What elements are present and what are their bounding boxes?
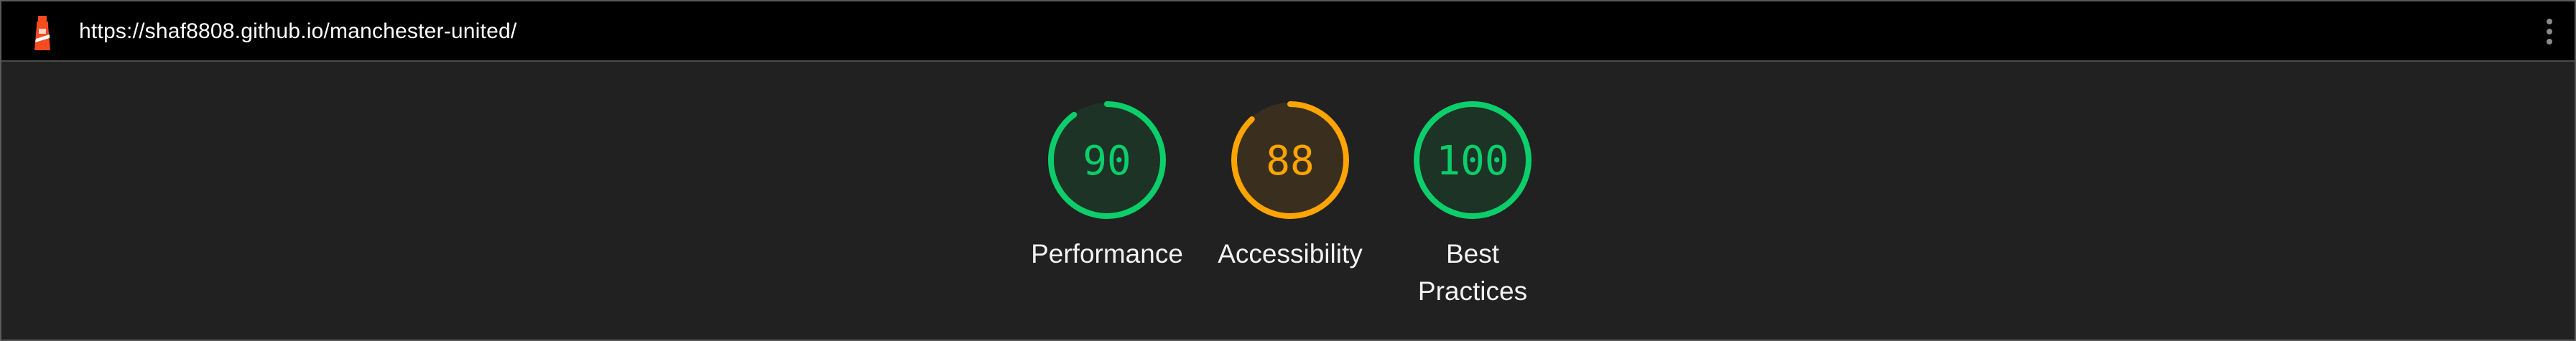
best-practices-label: Best Practices — [1390, 235, 1555, 310]
accessibility-score: 88 — [1266, 138, 1314, 184]
menu-dot — [2547, 19, 2552, 24]
lighthouse-icon — [34, 16, 50, 50]
best-practices-label-line2: Practices — [1417, 276, 1528, 306]
performance-gauge-ring: 90 — [1048, 101, 1166, 219]
menu-dot — [2547, 29, 2552, 34]
menu-dot — [2547, 39, 2552, 45]
performance-label: Performance — [1031, 239, 1183, 268]
page-url[interactable]: https://shaf8808.github.io/manchester-un… — [79, 19, 516, 45]
performance-score: 90 — [1083, 138, 1131, 184]
accessibility-label: Accessibility — [1218, 239, 1363, 268]
performance-gauge[interactable]: 90 Performance — [1024, 99, 1190, 273]
best-practices-label-line1: Best — [1445, 239, 1500, 268]
best-practices-gauge[interactable]: 100 Best Practices — [1390, 99, 1555, 310]
best-practices-score: 100 — [1436, 138, 1509, 184]
report-window: https://shaf8808.github.io/manchester-un… — [0, 0, 2576, 341]
more-vert-icon[interactable] — [2544, 19, 2554, 49]
score-gauges: 90 Performance 88 Accessibility 100 Best… — [1, 99, 2575, 329]
accessibility-gauge-ring: 88 — [1231, 101, 1349, 219]
report-topbar: https://shaf8808.github.io/manchester-un… — [1, 1, 2575, 62]
best-practices-gauge-ring: 100 — [1414, 101, 1532, 219]
accessibility-gauge[interactable]: 88 Accessibility — [1208, 99, 1373, 273]
